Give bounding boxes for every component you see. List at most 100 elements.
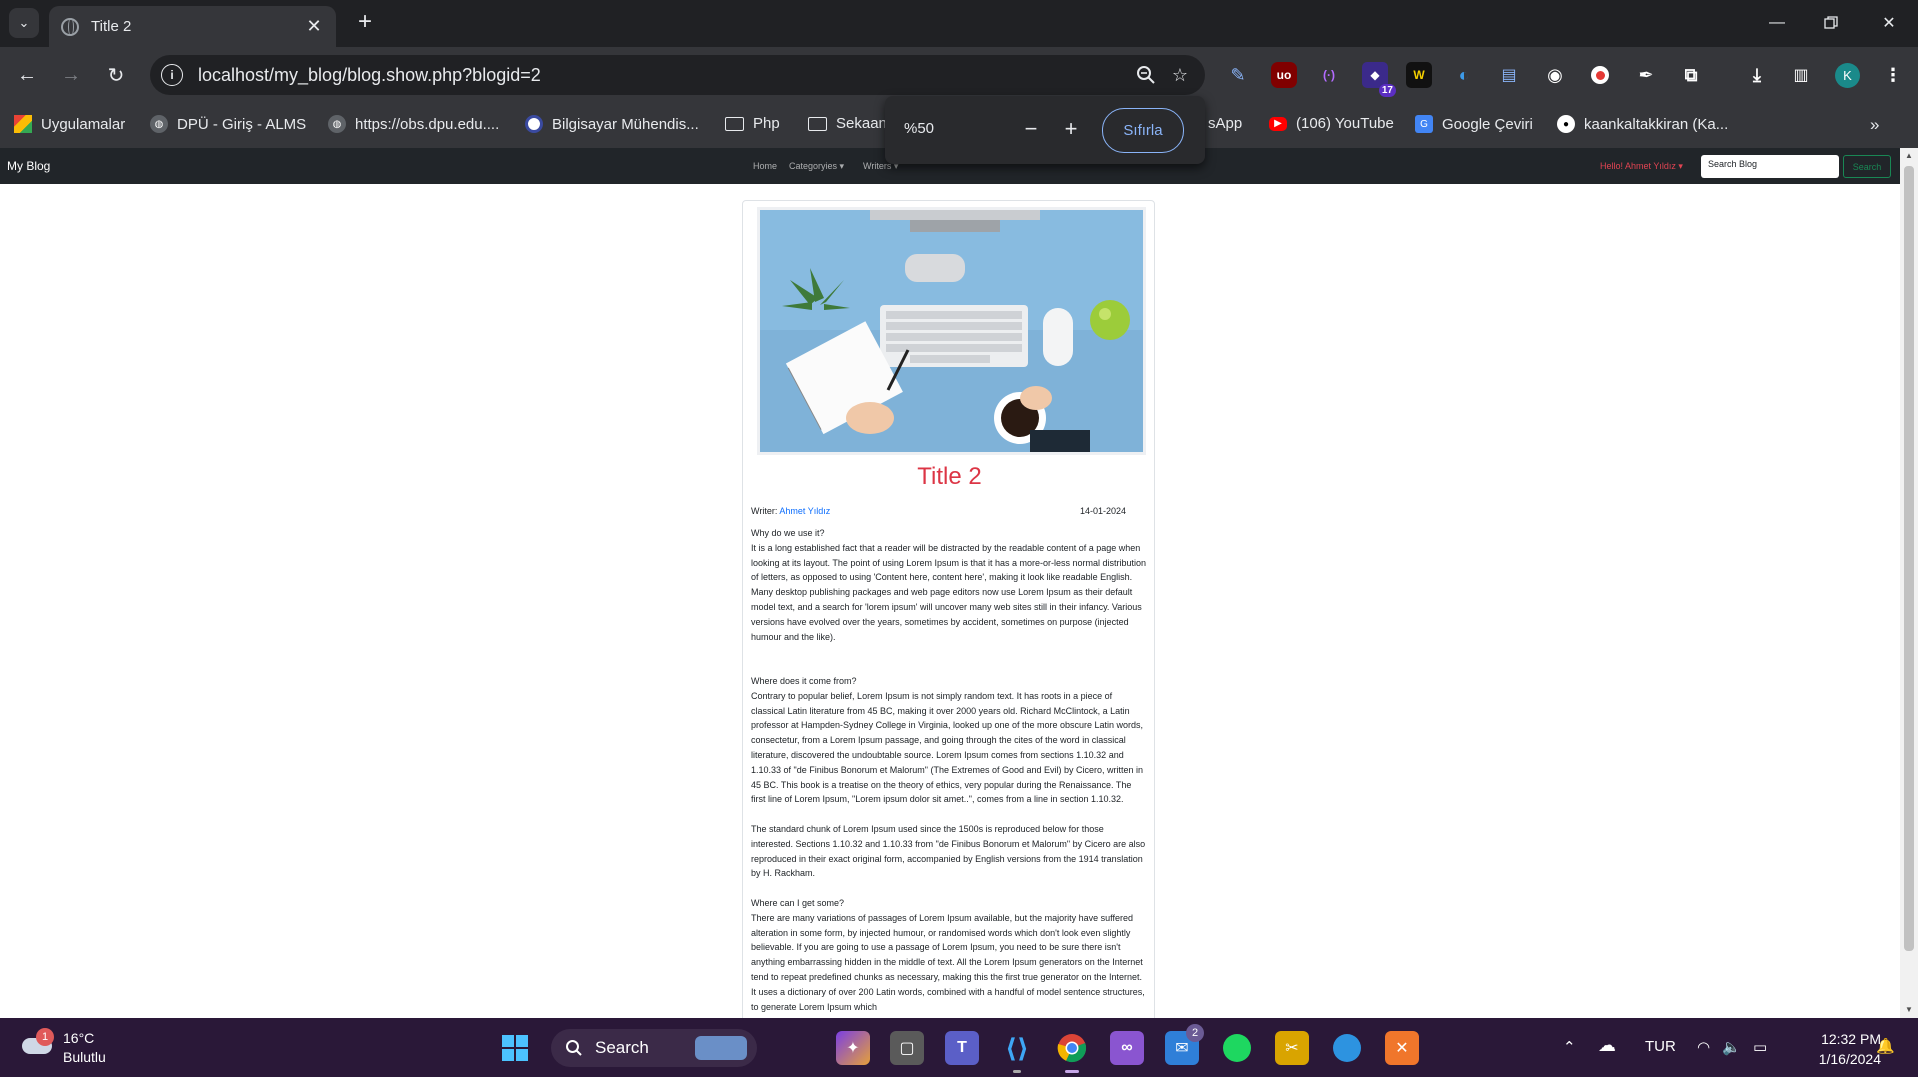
notification-bell-icon[interactable]: 🔔 <box>1876 1037 1895 1055</box>
tab-close-icon[interactable]: ✕ <box>304 16 324 37</box>
reload-icon[interactable]: ↻ <box>100 59 132 91</box>
search-label: Search <box>595 1038 649 1057</box>
bookmark-whatsapp[interactable]: sApp <box>1208 115 1242 132</box>
volume-icon[interactable]: 🔈 <box>1722 1038 1741 1056</box>
restore-icon[interactable] <box>1808 8 1854 38</box>
folder-icon <box>808 116 827 131</box>
site-info-icon[interactable]: i <box>161 64 183 86</box>
bookmark-apps[interactable]: Uygulamalar <box>14 115 125 133</box>
page-scrollbar[interactable]: ▲ ▼ <box>1900 148 1918 1018</box>
user-dropdown[interactable]: Hello! Ahmet Yıldız ▾ <box>1600 161 1683 172</box>
profile-avatar[interactable]: K <box>1835 63 1860 88</box>
task-view-icon[interactable]: ▢ <box>890 1031 924 1065</box>
scroll-up-icon[interactable]: ▲ <box>1905 151 1913 160</box>
bookmark-label: Uygulamalar <box>41 115 126 133</box>
show-hidden-icons-chevron[interactable]: ⌃ <box>1563 1038 1576 1056</box>
search-icon <box>566 1040 582 1056</box>
nav-categories[interactable]: Categoryies ▾ <box>789 161 844 172</box>
clock-date: 1/16/2024 <box>1818 1051 1881 1067</box>
taskbar-search[interactable]: Search <box>551 1029 757 1067</box>
weather-temp: 16°C <box>63 1030 95 1046</box>
nav-home[interactable]: Home <box>753 161 777 171</box>
scroll-thumb[interactable] <box>1904 166 1914 951</box>
system-clock[interactable]: 12:32 PM 1/16/2024 <box>1797 1029 1881 1069</box>
wifi-icon[interactable]: ◠ <box>1697 1038 1710 1056</box>
browser-tab[interactable]: Title 2 ✕ <box>49 6 336 47</box>
zoom-magnifier-icon[interactable] <box>1129 58 1163 92</box>
bookmark-obs[interactable]: ◍ https://obs.dpu.edu.... <box>328 115 499 133</box>
vscode-icon[interactable]: ⟨⟩ <box>1000 1031 1034 1073</box>
bookmark-folder-php[interactable]: Php <box>725 115 780 132</box>
url-text[interactable]: localhost/my_blog/blog.show.php?blogid=2 <box>198 65 1129 86</box>
chrome-icon[interactable] <box>1055 1031 1089 1073</box>
bookmarks-overflow-icon[interactable]: » <box>1870 115 1879 135</box>
bookmark-label: Sekaan <box>836 115 887 132</box>
forward-arrow-icon[interactable]: → <box>55 59 87 91</box>
puzzle-extensions-icon[interactable]: ⧉ <box>1678 62 1704 88</box>
edge-extension-icon[interactable]: ◐ <box>1451 62 1477 88</box>
brand-link[interactable]: My Blog <box>7 159 50 173</box>
globe-icon: ◍ <box>150 115 168 133</box>
blog-post-card: Title 2 Writer: Ahmet Yıldız 14-01-2024 … <box>742 200 1155 1018</box>
screen: ⌄ Title 2 ✕ + — ✕ ← → ↻ i localhost/my_b… <box>0 0 1918 1077</box>
bookmark-translate[interactable]: G Google Çeviri <box>1415 115 1533 133</box>
new-tab-plus-icon[interactable]: + <box>351 9 379 37</box>
writer-link[interactable]: Ahmet Yıldız <box>779 506 830 516</box>
page-viewport: My Blog Home Categoryies ▾ Writers ▾ Hel… <box>0 148 1918 1018</box>
back-arrow-icon[interactable]: ← <box>11 59 43 91</box>
bookmark-star-icon[interactable]: ☆ <box>1163 58 1197 92</box>
post-writer: Writer: Ahmet Yıldız <box>751 506 830 516</box>
input-language[interactable]: TUR <box>1645 1038 1676 1055</box>
address-bar[interactable]: i localhost/my_blog/blog.show.php?blogid… <box>150 55 1205 95</box>
teams-icon[interactable]: T <box>945 1031 979 1065</box>
minimize-icon[interactable]: — <box>1754 8 1800 38</box>
side-panel-icon[interactable]: ▥ <box>1788 62 1814 88</box>
tab-title: Title 2 <box>91 18 132 35</box>
tab-search-chevron-icon[interactable]: ⌄ <box>9 8 39 38</box>
kebab-menu-icon[interactable]: ⋮ <box>1880 62 1906 88</box>
visual-studio-icon[interactable]: ∞ <box>1110 1031 1144 1065</box>
youtube-icon: ▶ <box>1269 116 1287 131</box>
post-date: 14-01-2024 <box>1080 506 1127 516</box>
circle-extension-icon[interactable]: ◉ <box>1542 62 1568 88</box>
w-extension-icon[interactable]: W <box>1406 62 1432 88</box>
blog-search-input[interactable]: Search Blog <box>1701 155 1839 178</box>
docs-extension-icon[interactable]: ▤ <box>1496 62 1522 88</box>
download-icon[interactable]: ⤓ <box>1744 62 1770 88</box>
bookmark-alms[interactable]: ◍ DPÜ - Giriş - ALMS <box>150 115 306 133</box>
copilot-icon[interactable]: ✦ <box>836 1031 870 1065</box>
battery-icon[interactable]: ▭ <box>1753 1038 1767 1056</box>
close-window-icon[interactable]: ✕ <box>1866 8 1912 38</box>
record-extension-icon[interactable] <box>1587 62 1613 88</box>
zoom-in-icon[interactable]: + <box>1056 114 1086 144</box>
running-indicator <box>1013 1070 1021 1073</box>
snipping-tool-icon[interactable]: ✂ <box>1275 1031 1309 1065</box>
zoom-level: %50 <box>904 120 935 137</box>
ublock-icon[interactable]: uo <box>1271 62 1297 88</box>
folder-icon <box>725 116 744 131</box>
university-logo-icon <box>525 115 543 133</box>
bookmark-folder-sekaan[interactable]: Sekaan <box>808 115 887 132</box>
onedrive-cloud-icon[interactable]: ☁ <box>1598 1035 1616 1056</box>
extension-17-icon[interactable]: ◆ 17 <box>1362 62 1396 97</box>
bookmark-bilgisayar[interactable]: Bilgisayar Mühendis... <box>525 115 699 133</box>
eyedropper-icon[interactable]: ✒ <box>1633 62 1659 88</box>
weather-widget[interactable]: 1 16°C Bulutlu <box>20 1028 106 1066</box>
zoom-out-icon[interactable]: − <box>1016 114 1046 144</box>
search-button[interactable]: Search <box>1843 155 1891 178</box>
scroll-down-icon[interactable]: ▼ <box>1905 1005 1913 1014</box>
windows-start-icon[interactable] <box>498 1031 532 1065</box>
spotify-icon[interactable] <box>1220 1031 1254 1065</box>
broadcast-extension-icon[interactable]: (·) <box>1316 62 1342 88</box>
globe-icon <box>61 17 79 36</box>
greeting-text: Hello! Ahmet Yıldız <box>1600 161 1676 171</box>
mail-badge: 2 <box>1186 1024 1204 1042</box>
mail-icon[interactable]: ✉ 2 <box>1165 1024 1204 1065</box>
bookmark-label: Bilgisayar Mühendis... <box>552 115 699 133</box>
pen-extension-icon[interactable]: ✎ <box>1225 62 1251 88</box>
bookmark-github[interactable]: ● kaankaltakkiran (Ka... <box>1557 115 1728 133</box>
xampp-icon[interactable]: ✕ <box>1385 1031 1419 1065</box>
zoom-reset-button[interactable]: Sıfırla <box>1102 108 1184 153</box>
bookmark-youtube[interactable]: ▶ (106) YouTube <box>1269 115 1394 132</box>
docker-icon[interactable] <box>1330 1031 1364 1065</box>
